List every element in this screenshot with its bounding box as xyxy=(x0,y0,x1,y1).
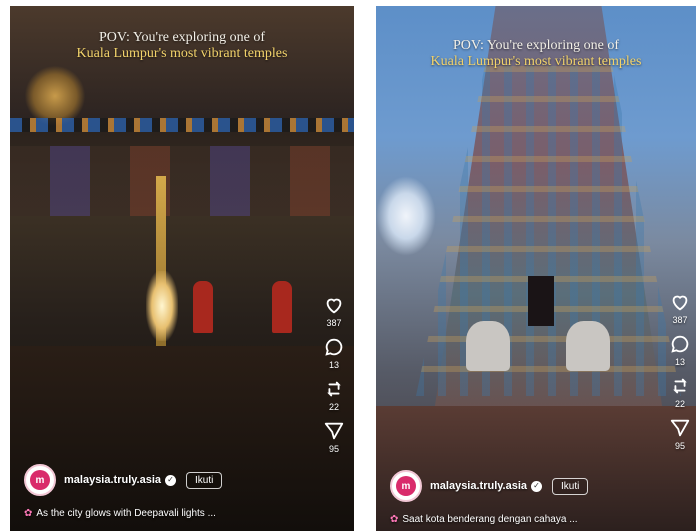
share-count: 95 xyxy=(674,441,685,451)
horse-statue-left xyxy=(466,321,510,371)
verified-icon: ✓ xyxy=(165,474,177,486)
comment-icon xyxy=(325,338,343,356)
share-button[interactable]: 95 xyxy=(669,417,691,451)
overlay-line-1: POV: You're exploring one of xyxy=(99,30,265,45)
repost-count: 22 xyxy=(674,399,685,409)
share-count: 95 xyxy=(328,444,339,454)
overlay-text: POV: You're exploring one of Kuala Lumpu… xyxy=(376,38,696,70)
heart-icon xyxy=(326,298,342,314)
flower-icon: ✿ xyxy=(390,514,399,525)
repost-button[interactable]: 22 xyxy=(669,375,691,409)
avatar-logo: m xyxy=(30,470,50,490)
red-statue-right xyxy=(272,281,292,333)
avatar-logo: m xyxy=(396,476,416,496)
repost-count: 22 xyxy=(328,402,339,412)
lamp-light xyxy=(146,271,178,341)
wall-paintings xyxy=(10,146,354,216)
overlay-line-2: Kuala Lumpur's most vibrant temples xyxy=(76,46,288,61)
action-rail: 387 13 22 95 xyxy=(666,291,694,459)
video-panel-1[interactable]: POV: You're exploring one of Kuala Lumpu… xyxy=(10,6,354,531)
comment-button[interactable]: 13 xyxy=(669,333,691,367)
like-button[interactable]: 387 xyxy=(323,294,345,328)
account-handle[interactable]: malaysia.truly.asia xyxy=(430,480,527,492)
repost-icon xyxy=(673,378,687,394)
overlay-line-1: POV: You're exploring one of xyxy=(453,38,619,53)
caption-text: As the city glows with Deepavali lights … xyxy=(36,508,216,519)
tower-doorway xyxy=(528,276,554,326)
comment-count: 13 xyxy=(674,357,685,367)
like-count: 387 xyxy=(326,318,342,328)
cloud xyxy=(376,176,436,256)
comment-button[interactable]: 13 xyxy=(323,336,345,370)
repost-icon xyxy=(327,381,341,397)
overlay-text: POV: You're exploring one of Kuala Lumpu… xyxy=(10,30,354,62)
red-statue-left xyxy=(193,281,213,333)
comment-count: 13 xyxy=(328,360,339,370)
caption-text: Saat kota benderang dengan cahaya ... xyxy=(402,514,578,525)
heart-icon xyxy=(672,295,688,311)
avatar[interactable]: m xyxy=(24,464,56,496)
overlay-line-2: Kuala Lumpur's most vibrant temples xyxy=(430,54,642,69)
account-row: m malaysia.truly.asia ✓ Ikuti xyxy=(390,470,589,502)
action-rail: 387 13 22 95 xyxy=(320,294,348,462)
floor-reflection xyxy=(10,346,354,531)
follow-button[interactable]: Ikuti xyxy=(186,471,223,489)
video-panel-2[interactable]: POV: You're exploring one of Kuala Lumpu… xyxy=(376,6,696,531)
share-button[interactable]: 95 xyxy=(323,420,345,454)
tower-sculptures xyxy=(416,66,681,396)
entrance-base xyxy=(376,406,696,531)
chandelier xyxy=(24,66,86,126)
follow-button[interactable]: Ikuti xyxy=(552,477,589,495)
comment-icon xyxy=(671,335,689,353)
send-icon xyxy=(324,422,344,440)
avatar[interactable]: m xyxy=(390,470,422,502)
caption[interactable]: ✿ As the city glows with Deepavali lights… xyxy=(24,508,216,519)
caption[interactable]: ✿ Saat kota benderang dengan cahaya ... xyxy=(390,514,578,525)
like-count: 387 xyxy=(672,315,688,325)
repost-button[interactable]: 22 xyxy=(323,378,345,412)
account-handle[interactable]: malaysia.truly.asia xyxy=(64,474,161,486)
send-icon xyxy=(670,419,690,437)
ornate-band xyxy=(10,118,354,132)
like-button[interactable]: 387 xyxy=(669,291,691,325)
horse-statue-right xyxy=(566,321,610,371)
flower-icon: ✿ xyxy=(24,508,33,519)
account-row: m malaysia.truly.asia ✓ Ikuti xyxy=(24,464,223,496)
verified-icon: ✓ xyxy=(531,480,543,492)
